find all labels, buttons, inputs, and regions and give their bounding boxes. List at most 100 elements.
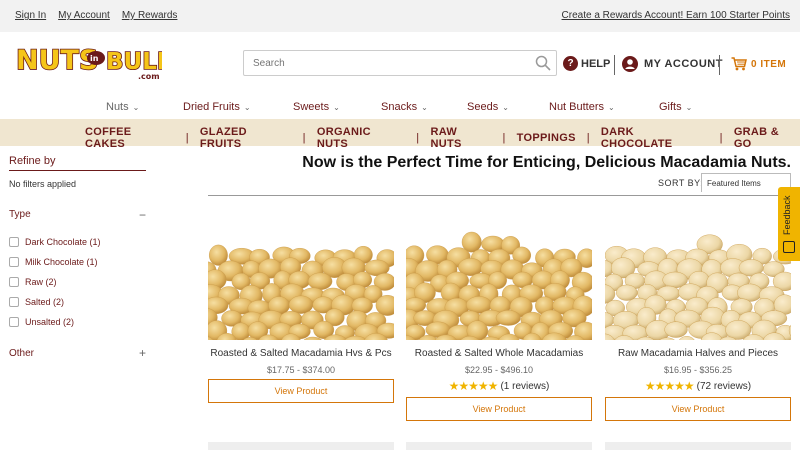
main-nav: Nuts ⌄ Dried Fruits ⌄ Sweets ⌄ Snacks ⌄ Seed… <box>0 96 800 119</box>
view-product-button[interactable]: View Product <box>406 397 592 421</box>
checkbox[interactable] <box>9 257 19 267</box>
review-count: (72 reviews) <box>696 380 752 392</box>
view-product-button[interactable]: View Product <box>605 397 791 421</box>
nav-item-sweets[interactable]: Sweets ⌄ <box>293 101 340 113</box>
chevron-down-icon: ⌄ <box>608 102 615 112</box>
nav-item-gifts[interactable]: Gifts ⌄ <box>659 101 692 113</box>
filter-dark-chocolate[interactable]: Dark Chocolate (1) <box>9 232 101 252</box>
chevron-down-icon: ⌄ <box>421 102 428 112</box>
my-rewards-link[interactable]: My Rewards <box>122 10 178 21</box>
divider: | <box>185 132 189 144</box>
nav-item-label: Snacks <box>381 101 418 113</box>
category-link-glazed-fruits[interactable]: GLAZED FRUITS <box>200 126 292 150</box>
product-name[interactable]: Roasted & Salted Whole Macadamias <box>406 348 592 359</box>
category-link-coffee-cakes[interactable]: COFFEE CAKES <box>85 126 175 150</box>
feedback-tab[interactable]: Feedback <box>778 187 800 261</box>
category-link-organic-nuts[interactable]: ORGANIC NUTS <box>317 126 405 150</box>
checkbox[interactable] <box>9 237 19 247</box>
product-card: Raw Macadamia Halves and Pieces $16.95 -… <box>605 216 791 421</box>
nav-item-nuts[interactable]: Nuts ⌄ <box>106 101 139 113</box>
product-price: $22.95 - $496.10 <box>464 365 534 375</box>
filter-label: Raw (2) <box>25 277 57 287</box>
product-rating[interactable]: ★★★★★ (72 reviews) <box>605 379 791 393</box>
product-card: Roasted & Salted Whole Macadamias $22.95… <box>406 216 592 421</box>
chevron-down-icon: ⌄ <box>685 102 693 112</box>
filter-salted[interactable]: Salted (2) <box>9 292 101 312</box>
nav-item-label: Sweets <box>293 101 330 113</box>
divider: | <box>502 132 506 144</box>
my-account-button[interactable]: MY ACCOUNT <box>622 56 723 72</box>
cart-button[interactable]: 0 ITEM <box>731 57 786 71</box>
chat-icon <box>783 241 795 253</box>
help-icon: ? <box>563 56 578 71</box>
chevron-down-icon: ⌄ <box>243 102 251 112</box>
svg-text:in: in <box>90 54 99 63</box>
nav-item-seeds[interactable]: Seeds ⌄ <box>467 101 509 113</box>
product-rating[interactable]: ★★★★★ (1 reviews) <box>406 379 592 393</box>
divider: | <box>416 132 420 144</box>
svg-text:NUTS: NUTS <box>16 45 98 76</box>
collapse-icon: − <box>138 208 146 222</box>
filter-label: Milk Chocolate (1) <box>25 257 98 267</box>
product-card-partial <box>208 442 394 450</box>
chevron-down-icon: ⌄ <box>502 102 509 112</box>
other-facet-toggle[interactable]: Other + <box>9 346 146 360</box>
filter-milk-chocolate[interactable]: Milk Chocolate (1) <box>9 252 101 272</box>
product-image[interactable] <box>406 216 592 340</box>
category-link-dark-chocolate[interactable]: DARK CHOCOLATE <box>601 126 709 150</box>
product-card-partial <box>605 442 791 450</box>
search-icon[interactable] <box>535 55 551 71</box>
star-rating-icon: ★★★★★ <box>448 379 499 393</box>
filter-label: Unsalted (2) <box>25 317 75 327</box>
feedback-label: Feedback <box>782 195 792 235</box>
logo-image: NUTS in BULK .com <box>15 44 176 81</box>
nav-item-label: Dried Fruits <box>183 101 240 113</box>
nav-item-label: Nuts <box>106 101 129 113</box>
sign-in-link[interactable]: Sign In <box>15 10 46 21</box>
checkbox[interactable] <box>9 277 19 287</box>
search-box <box>243 50 557 76</box>
product-card-partial <box>406 442 592 450</box>
my-account-link[interactable]: My Account <box>58 10 110 21</box>
divider: | <box>719 132 723 144</box>
category-link-raw-nuts[interactable]: RAW NUTS <box>430 126 491 150</box>
checkbox[interactable] <box>9 317 19 327</box>
filter-label: Dark Chocolate (1) <box>25 237 101 247</box>
chevron-down-icon: ⌄ <box>132 102 140 112</box>
type-facet-toggle[interactable]: Type − <box>9 208 146 222</box>
star-rating-icon: ★★★★★ <box>644 379 695 393</box>
nav-item-nut-butters[interactable]: Nut Butters ⌄ <box>549 101 615 113</box>
nav-item-snacks[interactable]: Snacks ⌄ <box>381 101 428 113</box>
divider <box>614 55 615 75</box>
cart-icon <box>731 57 747 71</box>
account-label: MY ACCOUNT <box>644 58 723 70</box>
search-input[interactable] <box>244 51 524 75</box>
user-icon <box>622 56 638 72</box>
other-facet-label: Other <box>9 348 35 359</box>
product-card: Roasted & Salted Macadamia Hvs & Pcs $17… <box>208 216 394 403</box>
refine-by-heading: Refine by <box>9 155 146 171</box>
category-link-grab-and-go[interactable]: GRAB & GO <box>734 126 800 150</box>
rewards-promo-link[interactable]: Create a Rewards Account! Earn 100 Start… <box>562 10 790 21</box>
logo[interactable]: NUTS in BULK .com <box>14 39 176 81</box>
expand-icon: + <box>138 346 146 360</box>
nav-item-dried-fruits[interactable]: Dried Fruits ⌄ <box>183 101 251 113</box>
help-link[interactable]: ? HELP <box>563 56 610 71</box>
type-filter-list: Dark Chocolate (1) Milk Chocolate (1) Ra… <box>9 232 101 332</box>
product-name[interactable]: Roasted & Salted Macadamia Hvs & Pcs <box>208 348 394 359</box>
product-image[interactable] <box>208 216 394 340</box>
product-price: $16.95 - $356.25 <box>663 365 733 375</box>
checkbox[interactable] <box>9 297 19 307</box>
filter-raw[interactable]: Raw (2) <box>9 272 101 292</box>
divider <box>208 195 791 196</box>
nav-item-label: Gifts <box>659 101 682 113</box>
product-image[interactable] <box>605 216 791 340</box>
top-links: Sign In My Account My Rewards <box>15 10 177 21</box>
top-bar: Sign In My Account My Rewards Create a R… <box>0 0 800 32</box>
filter-unsalted[interactable]: Unsalted (2) <box>9 312 101 332</box>
divider: | <box>586 132 590 144</box>
chevron-down-icon: ⌄ <box>333 102 340 112</box>
product-name[interactable]: Raw Macadamia Halves and Pieces <box>605 348 791 359</box>
view-product-button[interactable]: View Product <box>208 379 394 403</box>
category-link-toppings[interactable]: TOPPINGS <box>517 132 576 144</box>
